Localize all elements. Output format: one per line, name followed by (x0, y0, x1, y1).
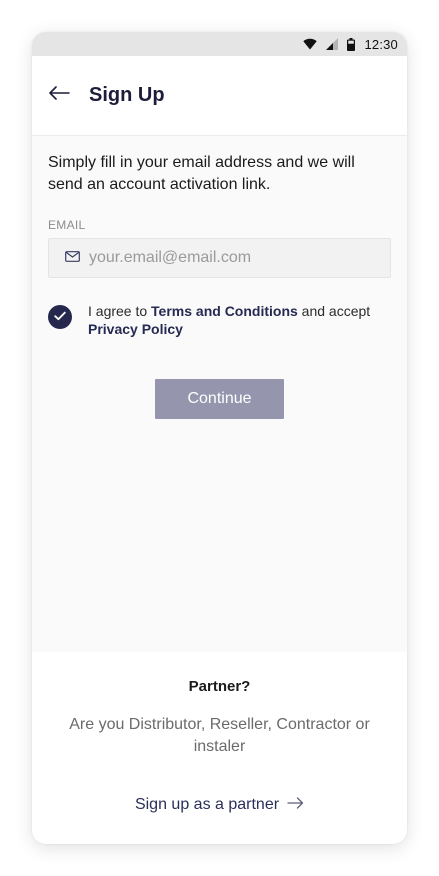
privacy-link[interactable]: Privacy Policy (88, 321, 183, 337)
partner-title: Partner? (188, 678, 251, 695)
email-label: EMAIL (48, 218, 86, 232)
agree-text: I agree to Terms and Conditions and acce… (88, 302, 370, 338)
mail-icon (65, 249, 80, 267)
back-button[interactable] (48, 83, 74, 109)
email-field[interactable] (48, 238, 391, 278)
terms-link[interactable]: Terms and Conditions (151, 303, 298, 319)
partner-section: Partner? Are you Distributor, Reseller, … (32, 652, 407, 844)
email-input[interactable] (89, 249, 369, 267)
wifi-icon (303, 38, 318, 50)
arrow-right-icon (287, 796, 304, 814)
signup-form: Simply fill in your email address and we… (32, 136, 407, 419)
check-icon (54, 308, 66, 326)
partner-signup-label: Sign up as a partner (134, 796, 280, 813)
continue-button[interactable]: Continue (155, 379, 284, 419)
intro-text: Simply fill in your email address and we… (48, 154, 355, 193)
partner-signup-link[interactable]: Sign up as a partner (135, 796, 304, 814)
status-bar: 12:30 (32, 32, 407, 56)
page-title: Sign Up (89, 84, 165, 106)
partner-text: Are you Distributor, Reseller, Contracto… (69, 716, 370, 755)
agree-checkbox[interactable] (48, 305, 72, 329)
signal-icon (326, 38, 339, 50)
status-time: 12:30 (364, 36, 398, 52)
app-bar: Sign Up (32, 56, 407, 136)
battery-icon (347, 37, 356, 51)
agree-middle: and accept (297, 303, 371, 319)
arrow-left-icon (48, 86, 70, 105)
agree-prefix: I agree to (88, 303, 152, 319)
phone-frame: 12:30 Sign Up Simply fill in your email … (32, 32, 407, 844)
agree-row: I agree to Terms and Conditions and acce… (48, 302, 391, 338)
